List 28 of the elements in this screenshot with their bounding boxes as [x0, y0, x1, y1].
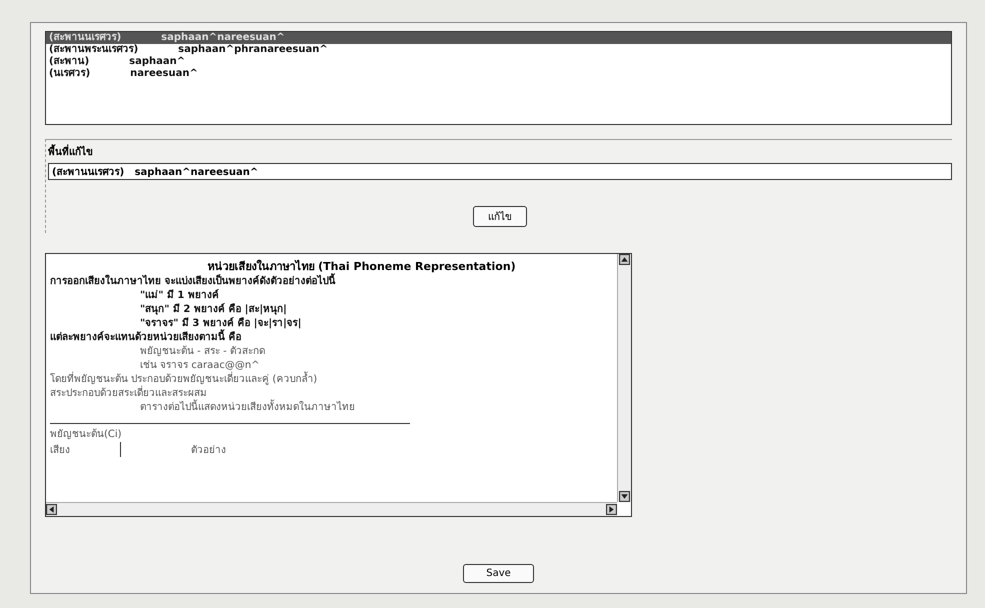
table-title: พยัญชนะต้น(Ci): [50, 428, 122, 442]
guide-line: ตารางต่อไปนี้แสดงหน่วยเสียงทั้งหมดในภาษาไทย: [140, 401, 355, 415]
guide-line: "แม่" มี 1 พยางค์: [140, 289, 219, 303]
field-label: พื้นที่แก้ไข: [48, 144, 93, 159]
column-header: ตัวอย่าง: [191, 444, 226, 457]
scroll-down-icon[interactable]: [619, 491, 630, 502]
edit-button[interactable]: แก้ไข: [473, 206, 527, 227]
list-item[interactable]: (สะพานพระนเรศวร) saphaan^phranareesuan^: [46, 44, 951, 56]
save-button[interactable]: Save: [463, 564, 534, 583]
vertical-scrollbar[interactable]: [617, 254, 631, 502]
list-item[interactable]: (นเรศวร) nareesuan^: [46, 68, 951, 80]
scroll-left-icon[interactable]: [46, 504, 57, 515]
guide-line: แต่ละพยางค์จะแทนด้วยหน่วยเสียงตามนี้ คือ: [50, 331, 242, 345]
guide-title: หน่วยเสียงในภาษาไทย (Thai Phoneme Representation): [207, 258, 516, 273]
guide-line: เช่น จราจร caraac@@n^: [140, 359, 260, 372]
guide-line: สระประกอบด้วยสระเดี่ยวและสระผสม: [50, 387, 207, 401]
guide-line: "จราจร" มี 3 พยางค์ คือ |จะ|รา|จร|: [140, 317, 302, 329]
column-header: เสียง: [50, 442, 121, 457]
horizontal-scrollbar[interactable]: [46, 502, 617, 516]
guide-line: การออกเสียงในภาษาไทย จะแบ่งเสียงเป็นพยางค์ดังตัวอย่างต่อไปนี้: [50, 275, 336, 289]
edit-field[interactable]: (สะพานนเรศวร) saphaan^nareesuan^: [48, 163, 952, 180]
list-item[interactable]: (สะพานนเรศวร) saphaan^nareesuan^: [46, 32, 951, 44]
scroll-right-icon[interactable]: [606, 504, 617, 515]
scroll-up-icon[interactable]: [619, 254, 630, 265]
list-item[interactable]: (สะพาน) saphaan^: [46, 56, 951, 68]
guide-line: "สนุก" มี 2 พยางค์ คือ |สะ|หนุก|: [140, 303, 287, 317]
guide-line: พยัญชนะต้น - สระ - ตัวสะกด: [140, 345, 265, 359]
guide-line: โดยที่พยัญชนะต้น ประกอบด้วยพยัญชนะเดี่ยวและคู่ (ควบกล้ำ): [50, 373, 318, 387]
